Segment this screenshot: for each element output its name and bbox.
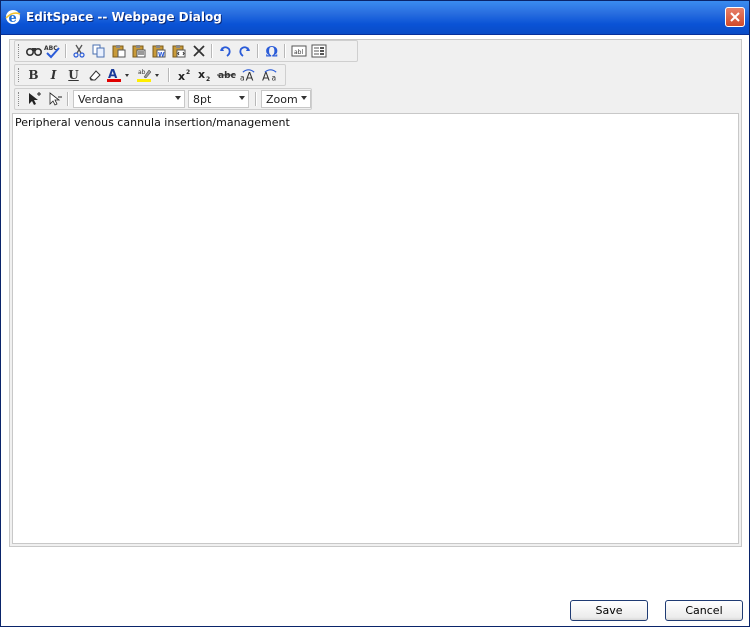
spellcheck-icon[interactable]: ABC bbox=[44, 43, 61, 59]
close-button[interactable] bbox=[725, 7, 745, 27]
decrease-font-size-icon[interactable]: Aa bbox=[262, 67, 279, 83]
font-name-select[interactable]: Verdana bbox=[73, 90, 185, 108]
paste-word-icon[interactable]: W bbox=[150, 43, 167, 59]
svg-text:x: x bbox=[178, 70, 185, 82]
italic-button[interactable]: I bbox=[45, 67, 62, 83]
toolbar-row-format: B I U A ab x2 x2 abc a A A a bbox=[14, 64, 286, 86]
form-layout-icon[interactable] bbox=[310, 43, 327, 59]
svg-text:A: A bbox=[108, 67, 118, 81]
strikethrough-icon[interactable]: abc bbox=[217, 67, 237, 83]
zoom-select[interactable]: Zoom bbox=[261, 90, 311, 108]
delete-icon[interactable] bbox=[190, 43, 207, 59]
font-size-select[interactable]: 8pt bbox=[188, 90, 249, 108]
chevron-down-icon bbox=[175, 96, 181, 100]
svg-text:abc: abc bbox=[218, 71, 236, 81]
increase-font-size-icon[interactable]: aA bbox=[240, 67, 257, 83]
svg-text:2: 2 bbox=[186, 69, 190, 76]
paste-html-icon[interactable] bbox=[170, 43, 187, 59]
redo-icon[interactable] bbox=[236, 43, 253, 59]
svg-text:x: x bbox=[198, 68, 205, 81]
find-icon[interactable] bbox=[25, 43, 42, 59]
cut-icon[interactable] bbox=[70, 43, 87, 59]
highlight-color-icon: ab bbox=[137, 69, 159, 82]
cancel-button[interactable]: Cancel bbox=[665, 600, 743, 621]
font-color-icon: A bbox=[107, 67, 129, 82]
toolbar-grip[interactable] bbox=[18, 68, 22, 82]
close-icon bbox=[730, 12, 740, 22]
copy-icon[interactable] bbox=[90, 43, 107, 59]
absolute-position-icon[interactable] bbox=[46, 91, 63, 107]
dialog-window: e EditSpace -- Webpage Dialog ABC W Ω ab… bbox=[0, 0, 750, 627]
chevron-down-icon bbox=[301, 96, 307, 100]
select-pointer-icon[interactable] bbox=[25, 91, 42, 107]
svg-text:ab: ab bbox=[138, 69, 146, 76]
superscript-icon[interactable]: x2 bbox=[176, 67, 193, 83]
paste-icon[interactable] bbox=[110, 43, 127, 59]
svg-text:Ω: Ω bbox=[265, 45, 277, 60]
editor-content-area[interactable]: Peripheral venous cannula insertion/mana… bbox=[12, 113, 739, 544]
editor-area: ABC W Ω abl B I U A ab x 2 x 2 abc a A A… bbox=[9, 39, 742, 547]
svg-text:a: a bbox=[271, 74, 276, 83]
svg-text:A: A bbox=[246, 70, 254, 83]
subscript-icon[interactable]: x2 bbox=[196, 67, 213, 83]
eraser-icon[interactable] bbox=[86, 67, 103, 83]
special-character-icon[interactable]: Ω bbox=[263, 43, 280, 60]
save-button[interactable]: Save bbox=[570, 600, 648, 621]
text-field-icon[interactable]: abl bbox=[290, 43, 307, 59]
font-color-button[interactable]: A bbox=[106, 67, 132, 83]
undo-icon[interactable] bbox=[216, 43, 233, 59]
svg-text:abl: abl bbox=[294, 49, 303, 56]
svg-text:W: W bbox=[158, 52, 165, 59]
paste-text-icon[interactable] bbox=[130, 43, 147, 59]
toolbar-row-font: Verdana 8pt Zoom bbox=[14, 88, 312, 110]
internet-explorer-icon: e bbox=[5, 9, 21, 26]
editor-text[interactable]: Peripheral venous cannula insertion/mana… bbox=[15, 116, 290, 129]
bold-button[interactable]: B bbox=[25, 67, 42, 83]
highlight-color-button[interactable]: ab bbox=[136, 67, 162, 83]
svg-text:a: a bbox=[240, 74, 245, 83]
underline-button[interactable]: U bbox=[65, 67, 82, 83]
toolbar-grip[interactable] bbox=[18, 44, 22, 58]
title-bar: e EditSpace -- Webpage Dialog bbox=[1, 1, 749, 35]
chevron-down-icon bbox=[239, 96, 245, 100]
toolbar-row-standard: ABC W Ω abl bbox=[14, 40, 358, 62]
window-title: EditSpace -- Webpage Dialog bbox=[26, 10, 222, 24]
svg-text:2: 2 bbox=[206, 76, 210, 82]
toolbar-grip[interactable] bbox=[18, 92, 22, 106]
